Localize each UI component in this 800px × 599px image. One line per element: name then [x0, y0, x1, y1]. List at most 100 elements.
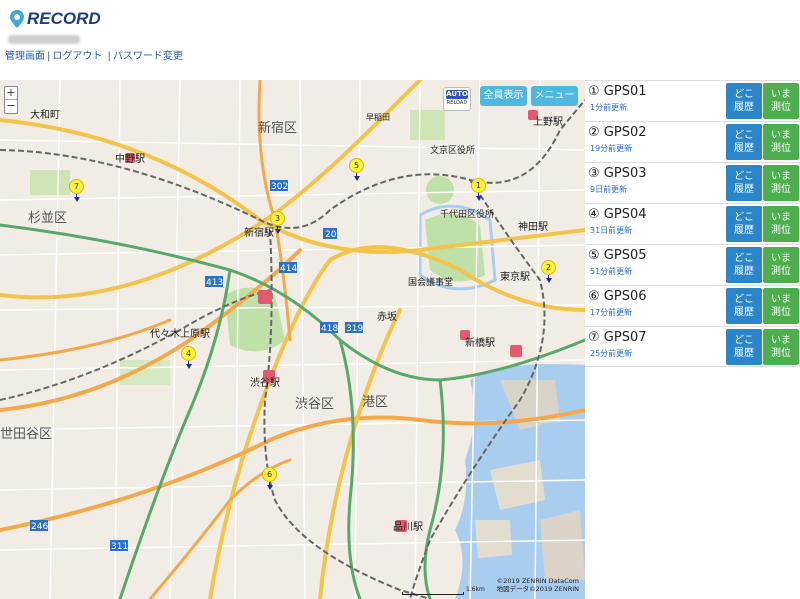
device-row: ⑦ GPS07 25分前更新 どこ 履歴 いま 測位 — [585, 326, 800, 367]
marker-gps04[interactable]: 4 — [181, 346, 197, 369]
marker-gps03[interactable]: 3 — [270, 211, 286, 234]
map-label-waseda: 早稲田 — [366, 112, 390, 122]
svg-text:418: 418 — [321, 324, 338, 334]
map-label-ueno: 上野駅 — [533, 116, 563, 128]
history-button[interactable]: どこ 履歴 — [726, 206, 762, 242]
marker-number: 3 — [270, 211, 285, 226]
svg-text:311: 311 — [111, 542, 128, 552]
device-updated: 19分前更新 — [590, 144, 633, 153]
logout-link[interactable]: ログアウト — [52, 51, 102, 62]
device-row: ② GPS02 19分前更新 どこ 履歴 いま 測位 — [585, 121, 800, 162]
map-label-shibuya-ku: 渋谷区 — [295, 397, 334, 412]
history-button[interactable]: どこ 履歴 — [726, 288, 762, 324]
map-label-shinjuku-ku: 新宿区 — [258, 120, 297, 136]
device-updated: 31日前更新 — [590, 226, 633, 235]
device-row: ④ GPS04 31日前更新 どこ 履歴 いま 測位 — [585, 203, 800, 244]
device-name[interactable]: ② GPS02 — [588, 125, 647, 140]
zoom-out-button[interactable]: − — [5, 100, 17, 113]
map-label-nakano: 中野駅 — [115, 152, 145, 165]
history-button[interactable]: どこ 履歴 — [726, 83, 762, 119]
admin-link[interactable]: 管理画面 — [5, 51, 45, 62]
header-nav: 管理画面 | ログアウト | パスワード変更 — [5, 47, 183, 62]
marker-gps05[interactable]: 5 — [349, 158, 365, 181]
device-updated: 51分前更新 — [590, 267, 633, 276]
marker-number: 6 — [262, 467, 277, 482]
map-label-suginami: 杉並区 — [28, 211, 67, 226]
separator: | — [104, 51, 111, 62]
map-label-tokyo: 東京駅 — [500, 270, 530, 283]
map-label-shinagawa: 品川駅 — [393, 521, 423, 533]
change-password-link[interactable]: パスワード変更 — [113, 51, 183, 62]
locate-now-button[interactable]: いま 測位 — [763, 288, 799, 324]
device-row: ⑤ GPS05 51分前更新 どこ 履歴 いま 測位 — [585, 244, 800, 285]
auto-label: AUTO — [446, 90, 468, 99]
history-button[interactable]: どこ 履歴 — [726, 165, 762, 201]
history-button[interactable]: どこ 履歴 — [726, 247, 762, 283]
map-label-setagaya: 世田谷区 — [0, 427, 52, 442]
user-name-blurred — [8, 35, 80, 44]
map-view[interactable]: 20 302 414 418 319 413 246 311 上野駅 中野駅 新… — [0, 80, 585, 599]
reload-label: RELOAD — [446, 100, 468, 106]
device-list: ① GPS01 1分前更新 どこ 履歴 いま 測位 ② GPS02 19分前更新 ど… — [585, 80, 800, 370]
device-row: ⑥ GPS06 17分前更新 どこ 履歴 いま 測位 — [585, 285, 800, 326]
device-row: ③ GPS03 9日前更新 どこ 履歴 いま 測位 — [585, 162, 800, 203]
svg-text:20: 20 — [325, 230, 337, 240]
svg-text:413: 413 — [206, 278, 223, 288]
map-label-kanda: 神田駅 — [518, 220, 548, 233]
marker-number: 2 — [541, 260, 556, 275]
locate-now-button[interactable]: いま 測位 — [763, 247, 799, 283]
map-canvas[interactable]: 20 302 414 418 319 413 246 311 上野駅 中野駅 新… — [0, 80, 585, 599]
locate-now-button[interactable]: いま 測位 — [763, 165, 799, 201]
location-pin-icon — [10, 10, 24, 28]
map-label-akasaka: 赤坂 — [377, 311, 397, 323]
show-all-button[interactable]: 全員表示 — [480, 86, 527, 106]
svg-text:319: 319 — [346, 324, 363, 334]
map-label-bunkyo: 文京区役所 — [430, 144, 475, 156]
separator: | — [47, 51, 51, 62]
map-label-daiwa: 大和町 — [30, 108, 60, 121]
device-updated: 25分前更新 — [590, 349, 633, 358]
history-button[interactable]: どこ 履歴 — [726, 329, 762, 365]
scale-bar — [402, 592, 464, 595]
svg-text:302: 302 — [271, 182, 288, 192]
marker-gps06[interactable]: 6 — [262, 467, 278, 490]
marker-number: 5 — [349, 158, 364, 173]
scale-label: 1.6km — [466, 586, 485, 593]
marker-number: 4 — [181, 346, 196, 361]
map-label-chiyoda: 千代田区役所 — [440, 208, 494, 220]
logo: RECORD — [8, 6, 101, 32]
auto-reload-button[interactable]: AUTO RELOAD — [443, 87, 471, 111]
history-button[interactable]: どこ 履歴 — [726, 124, 762, 160]
device-row: ① GPS01 1分前更新 どこ 履歴 いま 測位 — [585, 80, 800, 121]
copyright-line: ©2019 ZENRIN DataCom — [496, 577, 579, 585]
map-label-shibuya: 渋谷駅 — [250, 376, 280, 389]
map-label-yoyogi: 代々木上原駅 — [150, 328, 210, 340]
locate-now-button[interactable]: いま 測位 — [763, 329, 799, 365]
map-label-minato: 港区 — [362, 395, 388, 410]
device-name[interactable]: ⑥ GPS06 — [588, 289, 647, 304]
locate-now-button[interactable]: いま 測位 — [763, 83, 799, 119]
map-label-shimbashi: 新橋駅 — [465, 336, 495, 349]
zoom-control: + − — [4, 86, 18, 114]
menu-button[interactable]: メニュー — [531, 86, 578, 106]
device-name[interactable]: ⑦ GPS07 — [588, 330, 647, 345]
marker-gps02[interactable]: 2 — [541, 260, 557, 283]
copyright-line: 地図データ©2019 ZENRIN — [496, 585, 579, 593]
device-name[interactable]: ⑤ GPS05 — [588, 248, 647, 263]
device-updated: 17分前更新 — [590, 308, 633, 317]
locate-now-button[interactable]: いま 測位 — [763, 206, 799, 242]
marker-gps01[interactable]: 1 — [471, 178, 487, 201]
map-copyright: ©2019 ZENRIN DataCom 地図データ©2019 ZENRIN — [497, 577, 579, 593]
marker-gps07[interactable]: 7 — [69, 179, 85, 202]
svg-text:246: 246 — [31, 522, 48, 532]
device-name[interactable]: ③ GPS03 — [588, 166, 647, 181]
marker-number: 7 — [69, 179, 84, 194]
device-name[interactable]: ④ GPS04 — [588, 207, 647, 222]
device-updated: 9日前更新 — [590, 185, 628, 194]
logo-text: RECORD — [27, 9, 101, 28]
device-name[interactable]: ① GPS01 — [588, 84, 647, 99]
device-updated: 1分前更新 — [590, 103, 628, 112]
locate-now-button[interactable]: いま 測位 — [763, 124, 799, 160]
header: RECORD 管理画面 | ログアウト | パスワード変更 — [0, 0, 800, 80]
marker-number: 1 — [471, 178, 486, 193]
